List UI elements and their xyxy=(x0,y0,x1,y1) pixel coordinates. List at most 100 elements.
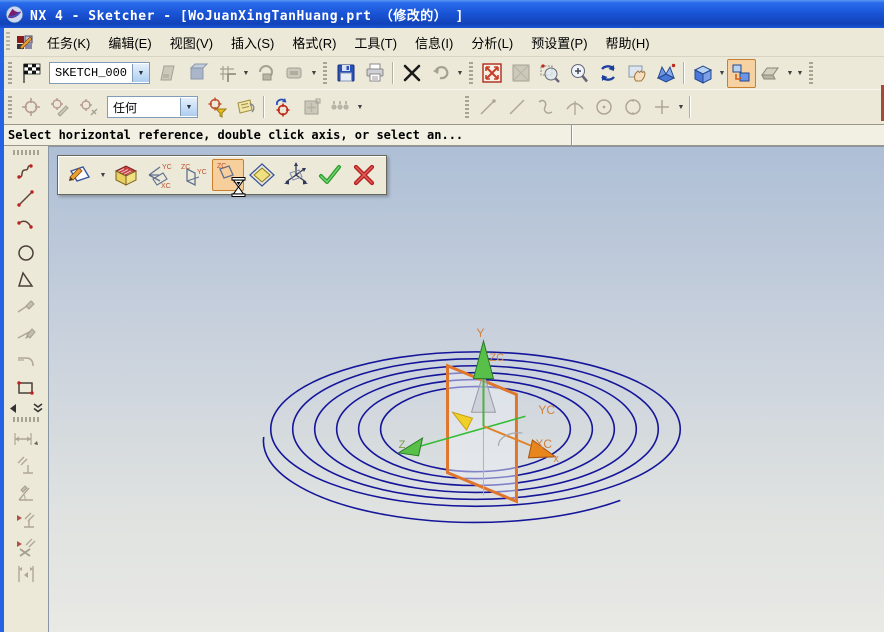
menubar-grip[interactable] xyxy=(6,32,10,52)
reorient-icon xyxy=(272,96,294,118)
face-select-button[interactable] xyxy=(110,159,142,191)
menu-edit[interactable]: 编辑(E) xyxy=(99,29,160,56)
shaded-view-dropdown-icon[interactable]: ▼ xyxy=(717,70,727,77)
profile-tool-button[interactable] xyxy=(11,158,41,185)
snap-grid-dropdown-icon[interactable]: ▼ xyxy=(241,70,251,77)
update-model-button[interactable] xyxy=(251,59,280,88)
plane-ycxc-button[interactable]: YC XC xyxy=(144,159,176,191)
menu-task[interactable]: 任务(K) xyxy=(38,29,99,56)
rotate-view-button[interactable] xyxy=(593,59,622,88)
undo-dropdown-icon[interactable]: ▼ xyxy=(455,70,465,77)
circle-icon xyxy=(622,96,644,118)
sketch-display-button[interactable] xyxy=(280,59,309,88)
toolbar2-grip[interactable] xyxy=(8,96,12,118)
curve-toolbar-overflow-icon[interactable]: ▼ xyxy=(676,104,686,111)
menu-information[interactable]: 信息(I) xyxy=(406,29,462,56)
plane-zcyc-button[interactable]: ZC YC xyxy=(178,159,210,191)
menu-bar: 任务(K) 编辑(E) 视图(V) 插入(S) 格式(R) 工具(T) 信息(I… xyxy=(4,28,884,57)
spring-spiral-tail[interactable] xyxy=(263,437,620,522)
pan-view-button[interactable] xyxy=(622,59,651,88)
sketch-name-dropdown-icon[interactable]: ▼ xyxy=(132,64,149,82)
show-constraints-button xyxy=(11,506,41,533)
selection-filter-value: 任何 xyxy=(108,99,180,116)
orient-sketch-icon xyxy=(187,62,209,84)
menu-format[interactable]: 格式(R) xyxy=(283,29,345,56)
note-button[interactable] xyxy=(231,93,260,122)
filter-button[interactable] xyxy=(202,93,231,122)
cancel-button[interactable] xyxy=(348,159,380,191)
undo-button[interactable] xyxy=(426,59,455,88)
fit-view-button[interactable] xyxy=(477,59,506,88)
datum-plane-button[interactable] xyxy=(246,159,278,191)
toolbar1-grip-4[interactable] xyxy=(809,62,813,84)
snap-grid-button[interactable] xyxy=(212,59,241,88)
menu-analysis[interactable]: 分析(L) xyxy=(462,29,522,56)
expand-chevron-icon[interactable] xyxy=(33,403,43,413)
window-body: 任务(K) 编辑(E) 视图(V) 插入(S) 格式(R) 工具(T) 信息(I… xyxy=(0,28,884,632)
sketch-plane-button[interactable] xyxy=(64,159,96,191)
menu-tools[interactable]: 工具(T) xyxy=(345,29,406,56)
snapshot-button[interactable] xyxy=(756,59,785,88)
plane-disabled-icon xyxy=(301,96,323,118)
sketch-display-dropdown-icon[interactable]: ▼ xyxy=(309,70,319,77)
toolbar1-grip-2[interactable] xyxy=(323,62,327,84)
toolbar2-overflow-icon[interactable]: ▼ xyxy=(355,104,365,111)
orient-view-button[interactable] xyxy=(727,59,756,88)
rectangle-tool-button[interactable] xyxy=(11,374,41,401)
zoom-disabled-icon xyxy=(510,62,532,84)
animate-dimension-button xyxy=(11,560,41,587)
orient-sketch-button[interactable] xyxy=(183,59,212,88)
sidebar-grip-2[interactable] xyxy=(13,417,39,422)
zoom-in-out-button[interactable] xyxy=(564,59,593,88)
circle-button xyxy=(618,93,647,122)
sidebar-grip[interactable] xyxy=(13,150,39,155)
zoom-box-button[interactable] xyxy=(535,59,564,88)
print-button[interactable] xyxy=(360,59,389,88)
selection-filter-combo[interactable]: 任何 ▼ xyxy=(107,96,198,118)
orient-view-icon xyxy=(730,62,753,85)
sketch-plane-dropdown-icon[interactable]: ▼ xyxy=(98,172,108,179)
toolbar1-grip[interactable] xyxy=(8,62,12,84)
delete-button[interactable] xyxy=(397,59,426,88)
line-icon xyxy=(506,96,528,118)
shaded-view-button[interactable] xyxy=(688,59,717,88)
finish-sketch-flag-icon xyxy=(19,61,43,85)
toolbar1-grip-3[interactable] xyxy=(469,62,473,84)
arc-icon xyxy=(564,96,586,118)
perspective-button[interactable] xyxy=(651,59,680,88)
plane-zcyc-label-right: YC xyxy=(197,169,207,176)
save-button[interactable] xyxy=(331,59,360,88)
title-bar[interactable]: NX 4 - Sketcher - [WoJuanXingTanHuang.pr… xyxy=(0,0,884,28)
zoom-disabled-button xyxy=(506,59,535,88)
selection-filter-dropdown-icon[interactable]: ▼ xyxy=(180,98,197,116)
reorient-button[interactable] xyxy=(268,93,297,122)
snapshot-dropdown-icon[interactable]: ▼ xyxy=(785,70,795,77)
toolbar1-overflow-icon[interactable]: ▼ xyxy=(795,70,805,77)
dimension-tool-icon xyxy=(13,428,39,450)
collapse-arrow-icon[interactable] xyxy=(9,404,17,413)
polygon-tool-button[interactable] xyxy=(11,266,41,293)
circle-tool-button[interactable] xyxy=(11,239,41,266)
point-plus-icon xyxy=(651,96,673,118)
menu-preferences[interactable]: 预设置(P) xyxy=(522,29,596,56)
finish-sketch-button[interactable] xyxy=(16,59,45,88)
plane-ycxc-icon: YC XC xyxy=(145,161,175,189)
sketch-tools-sidebar xyxy=(4,146,48,632)
menu-help[interactable]: 帮助(H) xyxy=(597,29,659,56)
line-point-button xyxy=(473,93,502,122)
arc-tool-button[interactable] xyxy=(11,212,41,239)
line-tool-button[interactable] xyxy=(11,185,41,212)
curve-toolbar-grip[interactable] xyxy=(465,96,469,118)
plane-zc-button[interactable]: ZC XC xyxy=(212,159,244,191)
sketch-name-combo[interactable]: SKETCH_000 ▼ xyxy=(49,62,150,84)
menu-insert[interactable]: 插入(S) xyxy=(222,29,283,56)
graphics-canvas[interactable]: Y ZC YC XC x Z ▼ xyxy=(48,146,884,632)
nx-application-window: NX 4 - Sketcher - [WoJuanXingTanHuang.pr… xyxy=(0,0,884,632)
menu-view[interactable]: 视图(V) xyxy=(161,29,222,56)
snap-pencil-icon xyxy=(49,96,71,118)
csys-button[interactable] xyxy=(280,159,312,191)
reattach-button[interactable] xyxy=(154,59,183,88)
ok-button[interactable] xyxy=(314,159,346,191)
quick-extend-tool-icon xyxy=(15,323,37,345)
plane-zcyc-label-top: ZC xyxy=(181,164,190,171)
